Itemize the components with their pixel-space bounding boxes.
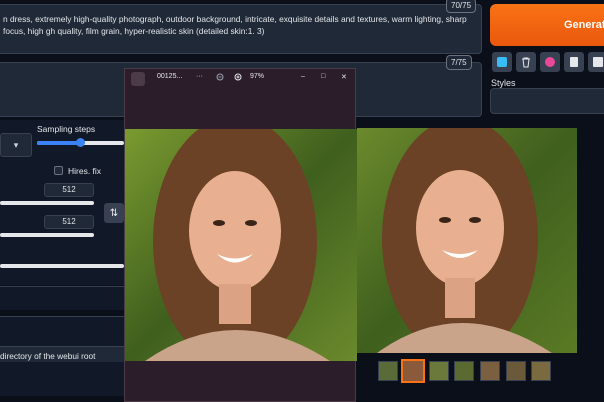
image-viewer-window[interactable]: 00125... ··· 97% – □ ✕ — [124, 68, 357, 402]
height-input[interactable]: 512 — [44, 215, 94, 229]
viewer-filename: 00125... — [157, 73, 183, 80]
clipboard-icon[interactable] — [564, 52, 584, 72]
gallery-thumbnail[interactable] — [480, 361, 500, 381]
width-slider[interactable] — [0, 201, 94, 205]
gallery-icon[interactable] — [131, 72, 145, 86]
negative-token-counter: 7/75 — [446, 55, 472, 70]
styles-label: Styles — [491, 78, 516, 88]
positive-prompt-input[interactable]: n dress, extremely high-quality photogra… — [0, 4, 482, 54]
trash-icon[interactable] — [516, 52, 536, 72]
gallery-thumbnail-selected[interactable] — [401, 359, 425, 383]
directory-hint: directory of the webui root — [0, 351, 96, 361]
viewer-image — [125, 129, 357, 361]
gallery-thumbnail[interactable] — [378, 361, 398, 381]
close-icon[interactable]: ✕ — [341, 73, 347, 81]
swap-dimensions-button[interactable]: ⇅ — [104, 203, 124, 223]
chevron-down-icon: ▾ — [13, 140, 19, 150]
gallery-thumbnail[interactable] — [506, 361, 526, 381]
sampler-dropdown[interactable]: ▾ — [0, 133, 32, 157]
positive-token-counter: 70/75 — [446, 0, 477, 13]
minimize-icon[interactable]: – — [301, 73, 305, 80]
gallery-thumbnail[interactable] — [531, 361, 551, 381]
hires-fix-checkbox[interactable] — [54, 166, 63, 175]
section-header[interactable] — [0, 286, 124, 310]
save-style-icon[interactable] — [588, 52, 604, 72]
paste-icon[interactable] — [492, 52, 512, 72]
generate-button[interactable]: Generate — [490, 4, 604, 46]
hires-fix-label: Hires. fix — [68, 166, 102, 176]
gallery-thumbnail[interactable] — [429, 361, 449, 381]
viewer-titlebar[interactable]: 00125... ··· 97% – □ ✕ — [125, 69, 355, 89]
zoom-level: 97% — [250, 73, 265, 80]
styles-dropdown[interactable] — [490, 88, 604, 114]
maximize-icon[interactable]: □ — [321, 73, 325, 80]
batch-slider[interactable] — [0, 264, 124, 268]
height-slider[interactable] — [0, 233, 94, 237]
sampling-steps-label: Sampling steps — [37, 124, 96, 134]
positive-prompt-text: n dress, extremely high-quality photogra… — [3, 14, 467, 36]
zoom-in-icon[interactable] — [234, 73, 243, 84]
output-image[interactable] — [357, 128, 577, 353]
zoom-out-icon[interactable] — [216, 73, 225, 84]
width-input[interactable]: 512 — [44, 183, 94, 197]
more-icon[interactable]: ··· — [196, 73, 203, 80]
sampling-steps-handle[interactable] — [76, 138, 85, 147]
extra-networks-icon[interactable] — [540, 52, 560, 72]
swap-icon: ⇅ — [109, 207, 119, 219]
sampling-steps-fill — [37, 141, 81, 145]
gallery-thumbnail[interactable] — [454, 361, 474, 381]
